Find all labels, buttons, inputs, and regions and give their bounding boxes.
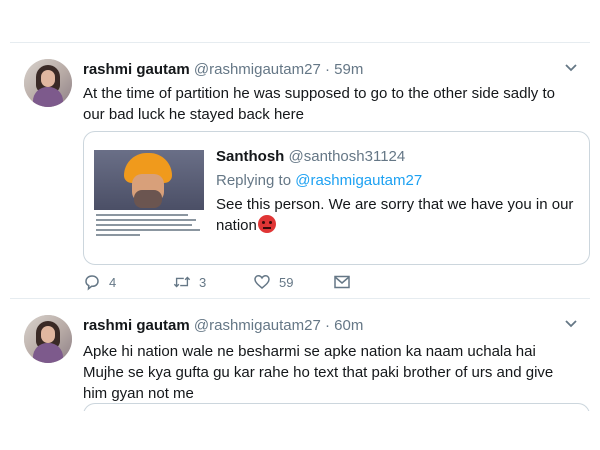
avatar-dress: [33, 87, 63, 107]
replying-to: Replying to @rashmigautam27: [216, 172, 422, 189]
chevron-down-icon[interactable]: [562, 317, 580, 331]
tweet[interactable]: rashmi gautam @rashmigautam27 · 59m At t…: [10, 43, 590, 299]
tweet-text: At the time of partition he was supposed…: [83, 85, 555, 123]
dm-button[interactable]: [333, 271, 351, 293]
author-handle[interactable]: @rashmigautam27: [194, 317, 321, 334]
replying-prefix: Replying to: [216, 172, 292, 189]
angry-face-emoji: [257, 215, 276, 233]
separator: ·: [325, 317, 330, 334]
quoted-tweet-image[interactable]: [94, 150, 204, 240]
quoted-tweet[interactable]: Santhosh @santhosh31124 Replying to @ras…: [83, 131, 590, 265]
reply-icon: [85, 275, 99, 291]
timestamp[interactable]: 59m: [334, 61, 363, 78]
retweet-icon: [173, 276, 191, 288]
tweet-text-line: Apke hi nation wale ne besharmi se apke …: [83, 343, 536, 360]
caption-line: [96, 234, 140, 236]
tweet-text: Apke hi nation wale ne besharmi se apke …: [83, 341, 578, 404]
tweet-text-line: Mujhe se kya gufta gu kar rahe ho text t…: [83, 364, 554, 402]
tweet-actions: 4 3 59: [83, 271, 383, 293]
timeline: rashmi gautam @rashmigautam27 · 59m At t…: [10, 42, 590, 411]
retweet-button[interactable]: 3: [173, 271, 206, 293]
emoji-mouth: [262, 227, 271, 229]
quoted-author-handle[interactable]: @santhosh31124: [289, 148, 406, 165]
tweet-header: rashmi gautam @rashmigautam27 · 59m: [83, 61, 363, 78]
caption-line: [96, 219, 196, 221]
quoted-tweet-text: See this person. We are sorry that we ha…: [216, 194, 576, 236]
caption-line: [96, 214, 188, 216]
image-beard: [134, 190, 162, 208]
avatar-face: [41, 70, 55, 87]
reply-button[interactable]: 4: [83, 271, 116, 293]
tweet-header: rashmi gautam @rashmigautam27 · 60m: [83, 317, 363, 334]
like-count: 59: [279, 274, 294, 290]
author-name[interactable]: rashmi gautam: [83, 317, 190, 334]
quoted-author-name[interactable]: Santhosh: [216, 148, 284, 165]
timestamp[interactable]: 60m: [334, 317, 363, 334]
quoted-tweet[interactable]: [83, 403, 590, 411]
envelope-icon: [334, 275, 350, 289]
tweet[interactable]: rashmi gautam @rashmigautam27 · 60m Apke…: [10, 299, 590, 411]
quoted-tweet-header: Santhosh @santhosh31124: [216, 148, 405, 165]
replying-to-link[interactable]: @rashmigautam27: [295, 172, 422, 189]
avatar-dress: [33, 343, 63, 363]
author-name[interactable]: rashmi gautam: [83, 61, 190, 78]
image-caption-area: [94, 210, 204, 240]
avatar[interactable]: [24, 315, 72, 363]
author-handle[interactable]: @rashmigautam27: [194, 61, 321, 78]
caption-line: [96, 224, 192, 226]
chevron-down-icon[interactable]: [562, 61, 580, 75]
retweet-count: 3: [199, 274, 207, 290]
heart-icon: [254, 275, 270, 289]
avatar[interactable]: [24, 59, 72, 107]
reply-count: 4: [109, 274, 117, 290]
caption-line: [96, 229, 200, 231]
avatar-face: [41, 326, 55, 343]
like-button[interactable]: 59: [253, 271, 293, 293]
separator: ·: [325, 61, 330, 78]
